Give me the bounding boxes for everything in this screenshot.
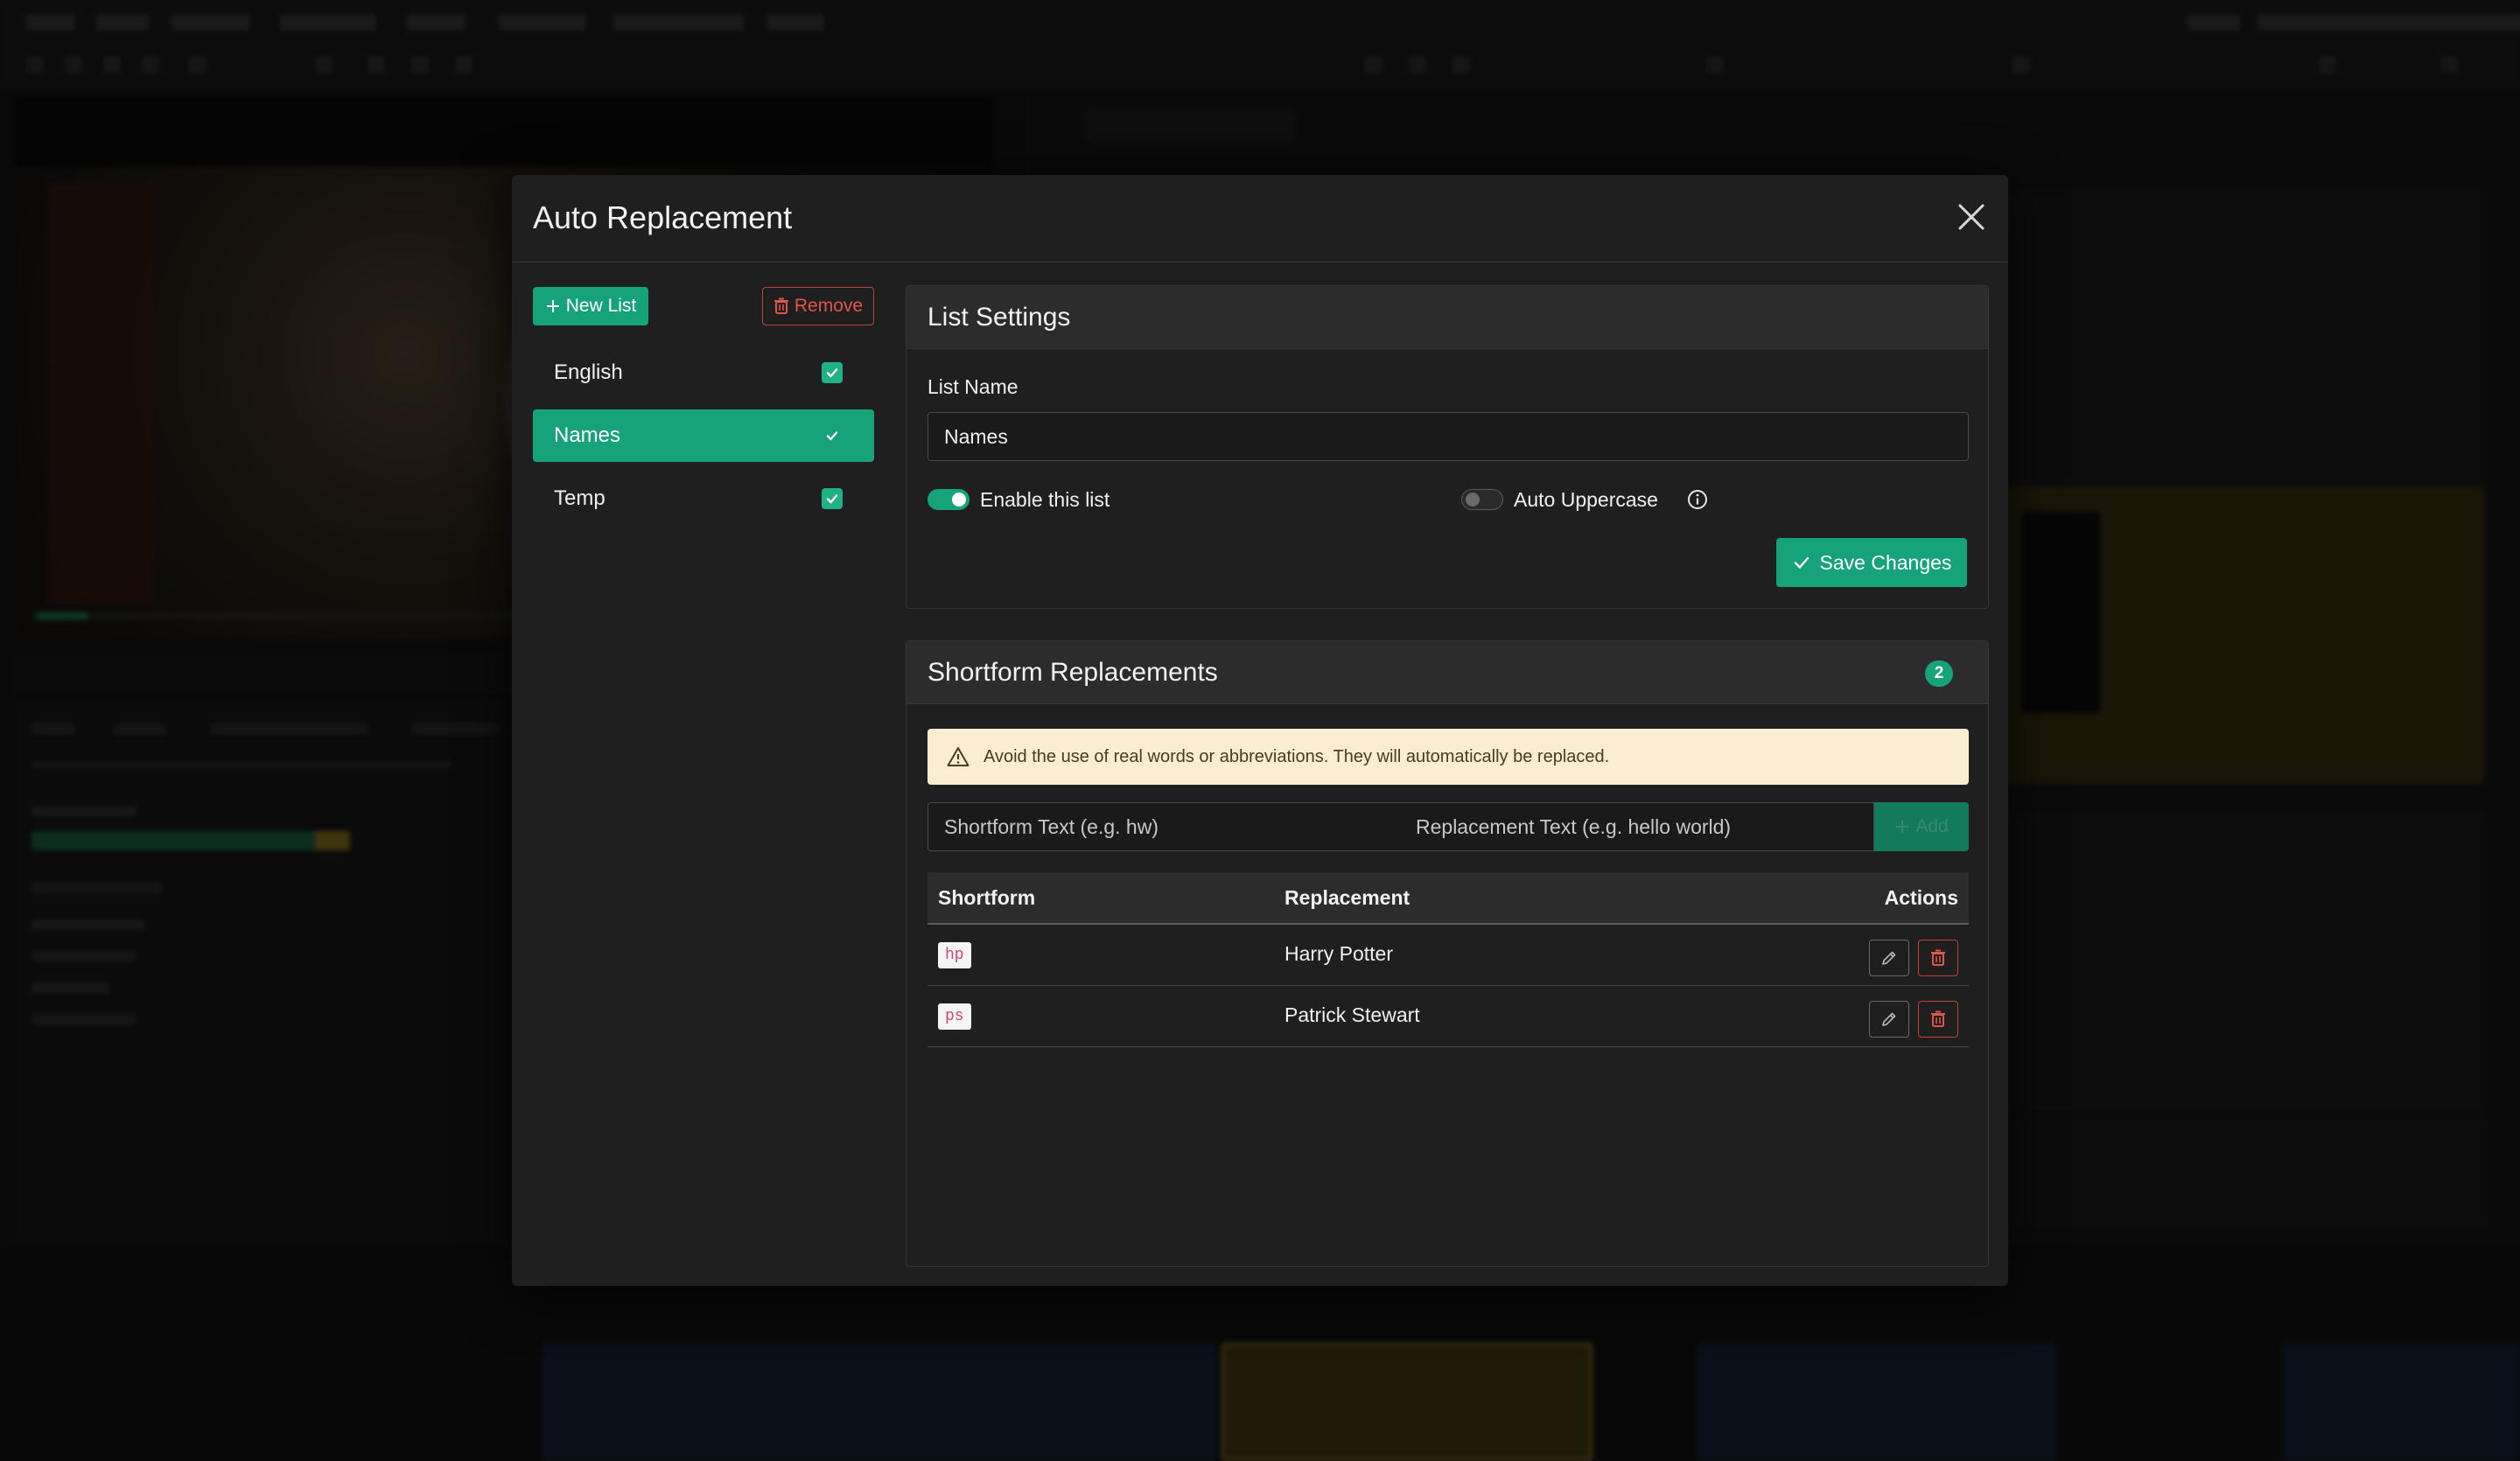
trash-icon (1931, 1010, 1945, 1027)
new-list-button[interactable]: New List (533, 287, 648, 325)
list-name-label: List Name (928, 375, 1018, 398)
auto-uppercase-label: Auto Uppercase (1514, 488, 1658, 511)
remove-list-label: Remove (794, 296, 864, 316)
pencil-icon (1882, 951, 1896, 965)
shortform-input[interactable] (928, 802, 1401, 851)
list-item-names[interactable]: Names (533, 409, 874, 462)
list-enabled-checkbox[interactable] (822, 362, 843, 383)
warning-alert: Avoid the use of real words or abbreviat… (928, 729, 1969, 785)
table-row: ps Patrick Stewart (928, 986, 1969, 1047)
plus-icon (546, 300, 559, 312)
shortform-title: Shortform Replacements (928, 657, 1218, 687)
column-replacement[interactable]: Replacement (1284, 886, 1410, 910)
auto-uppercase-toggle[interactable] (1461, 489, 1503, 510)
enable-list-toggle[interactable] (928, 489, 970, 510)
replacement-text: Harry Potter (1284, 942, 1393, 965)
replacements-table: Shortform Replacement Actions hp Harry P… (928, 872, 1969, 1047)
info-icon[interactable] (1687, 489, 1708, 510)
list-settings-header: List Settings (906, 286, 1988, 349)
replacement-input[interactable] (1400, 802, 1874, 851)
check-icon (826, 494, 838, 504)
save-changes-button[interactable]: Save Changes (1776, 538, 1967, 587)
dialog-header: Auto Replacement (512, 175, 2008, 262)
list-item-label: English (554, 360, 623, 384)
delete-button[interactable] (1918, 1001, 1958, 1038)
list-enabled-checkbox[interactable] (822, 488, 843, 509)
plus-icon (1896, 821, 1909, 833)
shortform-count-badge: 2 (1925, 661, 1953, 687)
trash-icon (1931, 949, 1945, 966)
check-icon (826, 368, 838, 378)
check-icon (1794, 556, 1809, 569)
save-changes-label: Save Changes (1819, 550, 1952, 574)
warning-text: Avoid the use of real words or abbreviat… (984, 746, 1610, 766)
remove-list-button[interactable]: Remove (762, 287, 874, 325)
close-button[interactable] (1952, 198, 1991, 236)
pencil-icon (1882, 1012, 1896, 1026)
shortform-header: Shortform Replacements 2 (906, 641, 1988, 704)
column-shortform[interactable]: Shortform (938, 886, 1035, 910)
close-icon (1958, 204, 1984, 230)
auto-replacement-dialog: Auto Replacement New List Remove English (512, 175, 2008, 1286)
enable-list-label: Enable this list (980, 488, 1110, 511)
add-replacement-row: Add (928, 802, 1969, 851)
trash-icon (774, 297, 788, 314)
new-list-label: New List (565, 296, 637, 316)
shortform-code: hp (938, 942, 971, 968)
delete-button[interactable] (1918, 940, 1958, 976)
shortform-code: ps (938, 1003, 971, 1030)
warning-icon (947, 747, 970, 766)
list-item-english[interactable]: English (533, 346, 874, 399)
replacement-text: Patrick Stewart (1284, 1003, 1420, 1026)
edit-button[interactable] (1869, 940, 1909, 976)
list-item-label: Names (554, 423, 621, 447)
list-enabled-checkbox[interactable] (822, 425, 843, 446)
dialog-title: Auto Replacement (533, 199, 793, 235)
list-settings-card: List Settings List Name Enable this list… (906, 285, 1989, 609)
edit-button[interactable] (1869, 1001, 1909, 1038)
add-replacement-button[interactable]: Add (1874, 802, 1969, 851)
column-actions: Actions (1884, 886, 1958, 909)
toggle-knob (1466, 493, 1480, 507)
add-replacement-label: Add (1915, 816, 1949, 836)
toggle-knob (952, 493, 966, 507)
check-icon (826, 431, 838, 441)
shortform-card: Shortform Replacements 2 Avoid the use o… (906, 640, 1989, 1267)
table-header: Shortform Replacement Actions (928, 872, 1969, 925)
list-settings-title: List Settings (928, 302, 1071, 332)
table-row: hp Harry Potter (928, 925, 1969, 986)
list-item-temp[interactable]: Temp (533, 472, 874, 525)
list-name-input[interactable] (928, 412, 1969, 461)
list-item-label: Temp (554, 486, 606, 510)
